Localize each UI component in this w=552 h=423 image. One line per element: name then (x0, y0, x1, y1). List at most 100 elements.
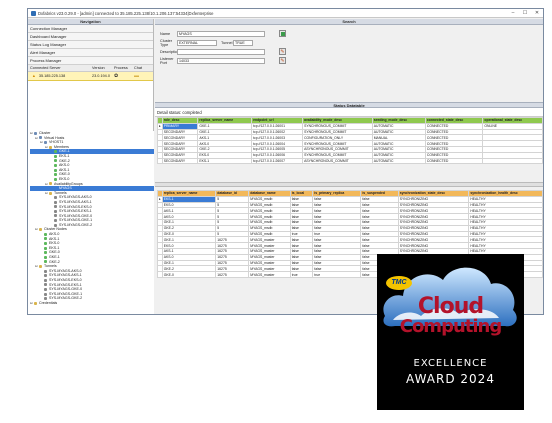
navigation-tree: ⊟ Cluster ⊟ Virtual Hosts ⊟ VHOST1 ⊟ Members GKE… (28, 131, 154, 314)
col-connected-server: Connected Server (30, 66, 61, 70)
excellence-text: EXCELLENCE (413, 358, 488, 369)
tunnel-field[interactable]: TRUE (233, 39, 253, 46)
ag-icon (54, 186, 57, 190)
award-badge: TMC Cloud Computing EXCELLENCE AWARD 202… (377, 254, 524, 410)
tunnel-icon (44, 292, 47, 296)
tunnel-icon (44, 287, 47, 291)
node-icon (54, 173, 57, 177)
cluster-type-field[interactable]: EXTERNAL (177, 39, 217, 46)
folder-icon (49, 191, 52, 195)
node-icon (44, 242, 47, 246)
folder-icon (49, 182, 52, 186)
table-splitter[interactable] (155, 182, 543, 187)
gear-icon[interactable]: ✿ (112, 72, 132, 80)
tmc-logo: TMC (386, 276, 412, 290)
table-cell: EKS-1 (197, 157, 253, 165)
col-process: Process (114, 66, 128, 70)
table-cell: SECONDARY (161, 157, 199, 165)
server-row[interactable]: ▲ 35.185.225.138 23.0.194.0 ✿ ▬ (28, 72, 153, 81)
table-cell: AUTOMATIC (371, 157, 426, 165)
server-name: ▲ 35.185.225.138 (32, 74, 66, 78)
title-bar: Dxfabrics v23.0.29.0 - [admin] connected… (28, 9, 543, 18)
computing-word: Computing (399, 316, 503, 337)
process-manager-item[interactable]: Process Manager (28, 57, 153, 65)
navigation-panel: Navigation Connection Manager Dashboard … (28, 19, 154, 314)
tunnel-icon (54, 205, 57, 209)
folder-icon (39, 265, 42, 269)
dashboard-manager-item[interactable]: Dashboard Manager (28, 33, 153, 41)
node-icon (44, 260, 47, 264)
node-icon (44, 246, 47, 250)
cluster-icon (34, 131, 37, 135)
search-button[interactable] (279, 30, 286, 37)
table-cell: true (289, 271, 314, 278)
warning-icon: ▲ (32, 74, 36, 78)
col-chat: Chat (134, 66, 143, 70)
tunnel-icon (44, 297, 47, 301)
table-cell: true (312, 271, 362, 278)
description-field[interactable] (177, 48, 265, 55)
node-icon (44, 232, 47, 236)
server-version: 23.0.194.0 (92, 74, 110, 78)
table-cell: CONNECTED (424, 157, 484, 165)
name-field[interactable]: MYAGS (177, 30, 265, 37)
node-icon (44, 237, 47, 241)
tree-node[interactable]: ⊟ Credentials (30, 301, 154, 306)
folder-icon (39, 228, 42, 232)
col-version: Version (92, 66, 105, 70)
chat-icon[interactable]: ▬ (132, 72, 152, 80)
table-cell: ASYNCHRONOUS_COMMIT (302, 157, 373, 165)
tree-node-label: Credentials (39, 300, 58, 305)
tunnel-label: Tunnel (221, 40, 233, 45)
alert-manager-item[interactable]: Alert Manager (28, 49, 153, 57)
node-icon (54, 159, 57, 163)
table-cell: tcp://127.0.0.1:26007 (251, 157, 304, 165)
tunnel-icon (54, 219, 57, 223)
tunnel-icon (54, 209, 57, 213)
status-log-manager-item[interactable]: Status Log Manager (28, 41, 153, 49)
close-button[interactable]: ✕ (531, 10, 543, 16)
cluster-type-row: Cluster Type EXTERNAL Tunnel TRUE (155, 38, 543, 47)
description-row: Description ✎ (155, 47, 543, 56)
host-icon (44, 140, 47, 144)
node-icon (54, 150, 57, 154)
tunnel-icon (54, 200, 57, 204)
award-year-text: AWARD 2024 (406, 372, 495, 386)
minimize-button[interactable]: – (507, 10, 519, 16)
table-cell: GKE-0 (161, 271, 217, 278)
table-cell: MYAGS_master (248, 271, 291, 278)
description-label: Description (160, 49, 179, 54)
tunnel-icon (54, 223, 57, 227)
node-icon (44, 255, 47, 259)
edit-icon: ✎ (280, 48, 285, 55)
node-icon (54, 177, 57, 181)
tunnel-icon (44, 283, 47, 287)
listener-port-label: Listener Port (160, 56, 174, 65)
host-icon (39, 136, 42, 140)
cluster-type-label: Cluster Type (160, 38, 173, 47)
edit-port-button[interactable]: ✎ (279, 57, 286, 64)
search-icon (280, 31, 285, 36)
folder-icon (49, 145, 52, 149)
table-cell (482, 157, 543, 165)
edit-icon: ✎ (280, 57, 285, 64)
tunnel-icon (44, 274, 47, 278)
table-row[interactable]: SECONDARY EKS-1 tcp://127.0.0.1:26007 ASYNC… (157, 157, 543, 165)
table-cell: 16275 (215, 271, 250, 278)
tunnel-icon (44, 278, 47, 282)
listener-port-row: Listener Port 14033 ✎ (155, 56, 543, 65)
node-icon (54, 154, 57, 158)
app-icon (31, 10, 36, 16)
edit-description-button[interactable]: ✎ (279, 48, 286, 55)
node-icon (44, 251, 47, 255)
tunnel-icon (54, 196, 57, 200)
name-row: Name MYAGS (155, 29, 543, 38)
maximize-button[interactable]: ☐ (519, 10, 531, 16)
key-icon (34, 301, 37, 305)
name-label: Name (160, 31, 171, 36)
tunnel-icon (44, 269, 47, 273)
connection-manager-item[interactable]: Connection Manager (28, 25, 153, 33)
server-table-header: Connected Server Version Process Chat (28, 65, 153, 72)
replica-state-table: role_desc replica_server_name endpoint_url… (157, 117, 543, 165)
listener-port-field[interactable]: 14033 (177, 57, 265, 64)
